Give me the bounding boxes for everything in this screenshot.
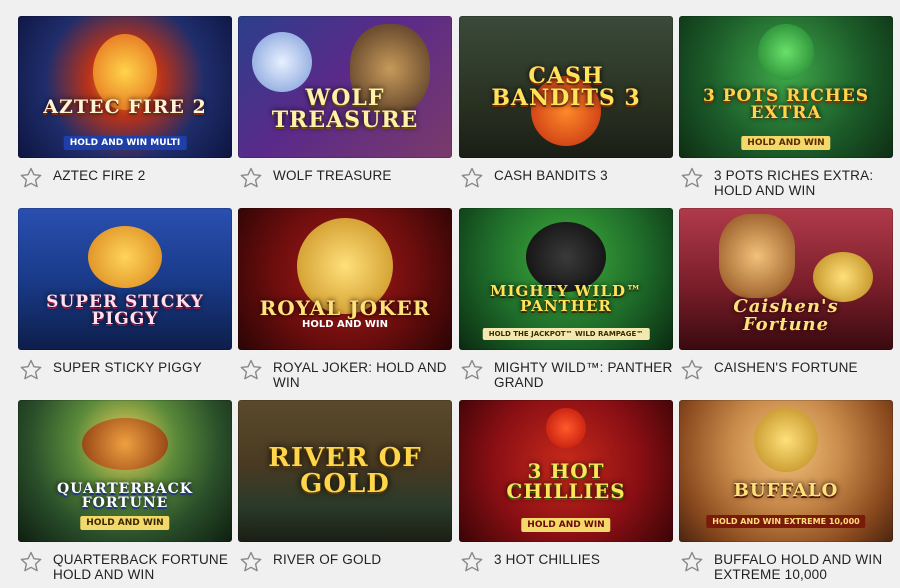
game-art-title: AZTEC FIRE 2 [43, 95, 207, 118]
game-thumbnail[interactable]: BUFFALO HOLD AND WIN EXTREME 10,000 [679, 400, 893, 542]
game-thumbnail[interactable]: QUARTERBACK FORTUNE HOLD AND WIN [18, 400, 232, 542]
game-thumbnail[interactable]: SUPER STICKY PIGGY [18, 208, 232, 350]
moon-art [252, 32, 312, 92]
favorite-star-icon[interactable] [18, 165, 44, 191]
game-name[interactable]: 3 HOT CHILLIES [494, 552, 600, 567]
game-name[interactable]: CASH BANDITS 3 [494, 168, 608, 183]
game-thumbnail[interactable]: WOLF TREASURE [238, 16, 452, 158]
game-art-subtitle: HOLD AND WIN [301, 319, 389, 330]
game-name[interactable]: QUARTERBACK FORTUNE HOLD AND WIN [53, 552, 232, 582]
game-card[interactable]: QUARTERBACK FORTUNE HOLD AND WIN QUARTER… [18, 400, 232, 582]
game-grid: AZTEC FIRE 2 HOLD AND WIN MULTI AZTEC FI… [0, 0, 900, 588]
game-card[interactable]: 3 POTS RICHES EXTRA HOLD AND WIN 3 POTS … [679, 16, 893, 198]
game-art-subtitle: HOLD THE JACKPOT™ WILD RAMPAGE™ [482, 328, 650, 340]
game-thumbnail[interactable]: 3 HOT CHILLIES HOLD AND WIN [459, 400, 673, 542]
game-name[interactable]: RIVER OF GOLD [273, 552, 381, 567]
game-card[interactable]: BUFFALO HOLD AND WIN EXTREME 10,000 BUFF… [679, 400, 893, 582]
game-card[interactable]: RIVER OF GOLD RIVER OF GOLD [238, 400, 452, 575]
game-caption: 3 POTS RICHES EXTRA: HOLD AND WIN [679, 165, 893, 198]
game-caption: ROYAL JOKER: HOLD AND WIN [238, 357, 452, 390]
game-art-subtitle: HOLD AND WIN [521, 518, 611, 532]
game-thumbnail[interactable]: RIVER OF GOLD [238, 400, 452, 542]
game-caption: BUFFALO HOLD AND WIN EXTREME 10,000 [679, 549, 893, 582]
favorite-star-icon[interactable] [679, 165, 705, 191]
game-card[interactable]: AZTEC FIRE 2 HOLD AND WIN MULTI AZTEC FI… [18, 16, 232, 191]
game-name[interactable]: SUPER STICKY PIGGY [53, 360, 202, 375]
game-thumbnail[interactable]: Caishen's Fortune [679, 208, 893, 350]
game-caption: QUARTERBACK FORTUNE HOLD AND WIN [18, 549, 232, 582]
game-caption: CASH BANDITS 3 [459, 165, 673, 191]
game-art-subtitle: HOLD AND WIN MULTI [63, 136, 187, 150]
clover-art [758, 24, 814, 80]
game-art-title: RIVER OF GOLD [268, 443, 422, 499]
game-caption: MIGHTY WILD™: PANTHER GRAND [459, 357, 673, 390]
game-caption: SUPER STICKY PIGGY [18, 357, 232, 383]
game-art-title: BUFFALO [733, 480, 839, 501]
buffalo-coin-art [754, 408, 818, 472]
game-thumbnail[interactable]: MIGHTY WILD™ PANTHER HOLD THE JACKPOT™ W… [459, 208, 673, 350]
game-card[interactable]: 3 HOT CHILLIES HOLD AND WIN 3 HOT CHILLI… [459, 400, 673, 575]
game-art-title: 3 POTS RICHES EXTRA [702, 86, 870, 123]
game-art-title: QUARTERBACK FORTUNE [57, 481, 193, 511]
game-card[interactable]: WOLF TREASURE WOLF TREASURE [238, 16, 452, 191]
favorite-star-icon[interactable] [238, 165, 264, 191]
favorite-star-icon[interactable] [459, 165, 485, 191]
favorite-star-icon[interactable] [18, 549, 44, 575]
game-name[interactable]: BUFFALO HOLD AND WIN EXTREME 10,000 [714, 552, 893, 582]
game-thumbnail[interactable]: AZTEC FIRE 2 HOLD AND WIN MULTI [18, 16, 232, 158]
game-art-subtitle: HOLD AND WIN [80, 516, 170, 530]
game-art-title: MIGHTY WILD™ PANTHER [489, 282, 643, 315]
caishen-figure-art [719, 214, 795, 298]
game-art-subtitle: HOLD AND WIN [741, 136, 831, 150]
game-name[interactable]: CAISHEN'S FORTUNE [714, 360, 858, 375]
game-card[interactable]: SUPER STICKY PIGGY SUPER STICKY PIGGY [18, 208, 232, 383]
game-art-title: SUPER STICKY PIGGY [46, 292, 204, 329]
game-name[interactable]: MIGHTY WILD™: PANTHER GRAND [494, 360, 673, 390]
game-caption: CAISHEN'S FORTUNE [679, 357, 893, 383]
game-caption: 3 HOT CHILLIES [459, 549, 673, 575]
game-name[interactable]: AZTEC FIRE 2 [53, 168, 145, 183]
treasure-pot-art [813, 252, 873, 302]
favorite-star-icon[interactable] [679, 357, 705, 383]
football-art [82, 418, 168, 470]
game-thumbnail[interactable]: 3 POTS RICHES EXTRA HOLD AND WIN [679, 16, 893, 158]
game-name[interactable]: WOLF TREASURE [273, 168, 392, 183]
game-caption: AZTEC FIRE 2 [18, 165, 232, 191]
game-art-title: WOLF TREASURE [271, 85, 419, 133]
favorite-star-icon[interactable] [238, 357, 264, 383]
game-name[interactable]: 3 POTS RICHES EXTRA: HOLD AND WIN [714, 168, 893, 198]
piggy-art [88, 226, 162, 288]
game-art-title: Caishen's Fortune [733, 296, 839, 335]
favorite-star-icon[interactable] [679, 549, 705, 575]
game-card[interactable]: Caishen's Fortune CAISHEN'S FORTUNE [679, 208, 893, 383]
game-art-title: CASH BANDITS 3 [491, 63, 641, 111]
game-art-subtitle: HOLD AND WIN EXTREME 10,000 [706, 515, 866, 528]
favorite-star-icon[interactable] [238, 549, 264, 575]
game-card[interactable]: MIGHTY WILD™ PANTHER HOLD THE JACKPOT™ W… [459, 208, 673, 390]
game-caption: RIVER OF GOLD [238, 549, 452, 575]
chili-pepper-art [546, 408, 586, 448]
game-name[interactable]: ROYAL JOKER: HOLD AND WIN [273, 360, 452, 390]
game-caption: WOLF TREASURE [238, 165, 452, 191]
game-thumbnail[interactable]: ROYAL JOKER HOLD AND WIN [238, 208, 452, 350]
favorite-star-icon[interactable] [459, 549, 485, 575]
favorite-star-icon[interactable] [18, 357, 44, 383]
game-card[interactable]: CASH BANDITS 3 CASH BANDITS 3 [459, 16, 673, 191]
game-art-title: 3 HOT CHILLIES [506, 459, 626, 503]
game-art-title: ROYAL JOKER [259, 296, 431, 320]
game-card[interactable]: ROYAL JOKER HOLD AND WIN ROYAL JOKER: HO… [238, 208, 452, 390]
game-thumbnail[interactable]: CASH BANDITS 3 [459, 16, 673, 158]
favorite-star-icon[interactable] [459, 357, 485, 383]
